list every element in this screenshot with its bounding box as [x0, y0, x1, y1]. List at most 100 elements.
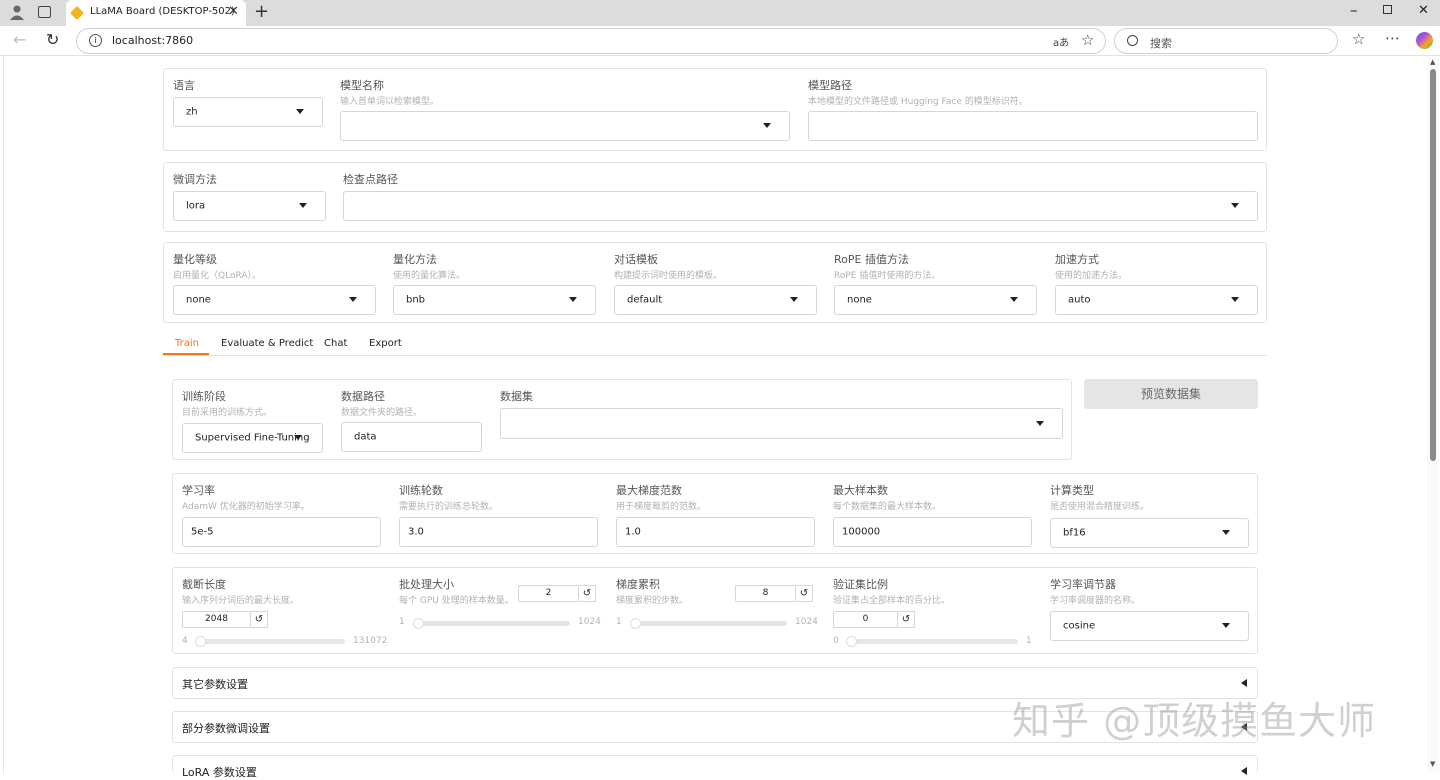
accordion-title: LoRA 参数设置	[182, 766, 257, 779]
checkpoint-label: 检查点路径	[343, 173, 398, 186]
lr-value: 5e-5	[191, 526, 214, 538]
copilot-icon[interactable]	[1416, 32, 1433, 49]
stage-value: Supervised Fine-Tuning	[195, 432, 310, 444]
browser-tab-active[interactable]: LLaMA Board (DESKTOP-502) ✕	[66, 0, 246, 26]
favicon-icon	[69, 5, 85, 21]
model-name-select[interactable]	[340, 111, 790, 141]
refresh-icon[interactable]: ↻	[46, 30, 59, 49]
batch-slider-handle[interactable]	[413, 618, 424, 629]
batch-number-input[interactable]: 2	[518, 585, 579, 602]
compute-type-hint: 是否使用混合精度训练。	[1050, 502, 1150, 512]
minimize-icon[interactable]: –	[1350, 1, 1358, 19]
max-samples-label: 最大样本数	[833, 484, 888, 497]
epochs-input[interactable]: 3.0	[399, 517, 598, 547]
val-size-number-input[interactable]: 0	[833, 611, 898, 628]
batch-slider[interactable]	[413, 618, 570, 629]
tab-export[interactable]: Export	[369, 338, 402, 349]
model-path-input[interactable]	[808, 111, 1258, 141]
chevron-down-icon	[1036, 420, 1044, 426]
more-menu-icon[interactable]: ⋯	[1385, 29, 1400, 47]
accordion-lora-args[interactable]: LoRA 参数设置	[172, 755, 1258, 779]
quant-bit-select[interactable]: none	[173, 285, 376, 315]
checkpoint-select[interactable]	[343, 191, 1258, 221]
advanced-config-panel: 量化等级 启用量化（QLoRA）。 none 量化方法 使用的量化算法。 bnb…	[163, 242, 1267, 323]
booster-select[interactable]: auto	[1055, 285, 1258, 315]
search-box[interactable]: 搜索	[1114, 28, 1338, 54]
language-select[interactable]: zh	[173, 97, 323, 127]
window-close-icon[interactable]: ✕	[1418, 3, 1429, 18]
max-samples-value: 100000	[842, 526, 881, 538]
quant-method-select[interactable]: bnb	[393, 285, 596, 315]
slider-panel: 截断长度 输入序列分词后的最大长度。 2048 ↺ 4 131072 批处理大小…	[172, 567, 1258, 654]
stage-select[interactable]: Supervised Fine-Tuning	[182, 423, 323, 453]
tab-actions-icon[interactable]	[38, 6, 51, 18]
batch-min: 1	[399, 617, 405, 627]
active-tab-underline	[163, 353, 209, 355]
chevron-down-icon	[1222, 623, 1230, 628]
lr-input[interactable]: 5e-5	[182, 517, 381, 547]
max-grad-value: 1.0	[625, 526, 641, 538]
quant-method-value: bnb	[406, 294, 426, 306]
preview-dataset-button[interactable]: 预览数据集	[1084, 379, 1258, 409]
batch-max: 1024	[578, 617, 601, 627]
dataset-label: 数据集	[500, 390, 533, 403]
tab-divider	[163, 355, 1267, 356]
val-size-slider-handle[interactable]	[846, 636, 857, 647]
language-label: 语言	[173, 79, 195, 92]
collapse-arrow-icon	[1241, 767, 1247, 775]
rope-select[interactable]: none	[834, 285, 1037, 315]
back-icon[interactable]: ←	[13, 30, 26, 49]
scrollbar[interactable]: ▲ ▼	[1427, 58, 1439, 773]
rope-hint: RoPE 插值时使用的方法。	[834, 271, 941, 281]
val-size-reset-icon[interactable]: ↺	[898, 611, 915, 628]
tab-train[interactable]: Train	[175, 338, 199, 349]
cutoff-slider[interactable]	[195, 636, 345, 647]
tab-chat[interactable]: Chat	[324, 338, 347, 349]
cutoff-reset-icon[interactable]: ↺	[251, 611, 268, 628]
new-tab-icon[interactable]: +	[254, 1, 269, 22]
template-select[interactable]: default	[614, 285, 817, 315]
tab-evaluate-predict[interactable]: Evaluate & Predict	[221, 338, 313, 349]
val-size-min: 0	[833, 636, 839, 646]
model-name-label: 模型名称	[340, 79, 384, 92]
cutoff-min: 4	[182, 636, 188, 646]
grad-accum-hint: 梯度累积的步数。	[616, 596, 689, 606]
batch-reset-icon[interactable]: ↺	[579, 585, 596, 602]
address-field[interactable]: i localhost:7860 aあ ☆	[76, 28, 1106, 54]
max-samples-input[interactable]: 100000	[833, 517, 1032, 547]
dataset-dir-hint: 数据文件夹的路径。	[341, 408, 423, 418]
scrollbar-thumb[interactable]	[1430, 69, 1436, 461]
read-aloud-icon[interactable]: aあ	[1053, 34, 1069, 49]
info-icon[interactable]: i	[89, 34, 102, 47]
template-label: 对话模板	[614, 253, 658, 266]
close-tab-icon[interactable]: ✕	[228, 4, 239, 19]
epochs-hint: 需要执行的训练总轮数。	[399, 502, 499, 512]
model-name-hint: 输入首单词以检索模型。	[340, 97, 440, 107]
compute-type-value: bf16	[1063, 527, 1086, 539]
maximize-icon[interactable]	[1383, 5, 1392, 14]
dataset-dir-input[interactable]: data	[341, 422, 482, 452]
grad-accum-reset-icon[interactable]: ↺	[796, 585, 813, 602]
cutoff-label: 截断长度	[182, 578, 226, 591]
finetune-select[interactable]: lora	[173, 191, 326, 221]
cutoff-number-input[interactable]: 2048	[182, 611, 251, 628]
favorite-star-icon[interactable]: ☆	[1081, 31, 1094, 49]
val-size-slider[interactable]	[846, 636, 1018, 647]
grad-accum-slider-handle[interactable]	[630, 618, 641, 629]
batch-hint: 每个 GPU 处理的样本数量。	[399, 596, 514, 606]
collapse-arrow-icon	[1241, 679, 1247, 687]
favorites-icon[interactable]: ☆	[1352, 30, 1365, 48]
browser-tab-strip: LLaMA Board (DESKTOP-502) ✕ + – ✕	[0, 0, 1440, 26]
max-grad-input[interactable]: 1.0	[616, 517, 815, 547]
compute-type-select[interactable]: bf16	[1050, 518, 1249, 548]
grad-accum-number-input[interactable]: 8	[735, 585, 796, 602]
scheduler-label: 学习率调节器	[1050, 578, 1116, 591]
booster-value: auto	[1068, 294, 1091, 306]
model-path-label: 模型路径	[808, 79, 852, 92]
grad-accum-label: 梯度累积	[616, 578, 660, 591]
grad-accum-slider[interactable]	[630, 618, 787, 629]
scheduler-select[interactable]: cosine	[1050, 611, 1249, 641]
dataset-select[interactable]	[500, 408, 1063, 439]
profile-icon[interactable]	[9, 4, 25, 20]
cutoff-slider-handle[interactable]	[195, 636, 206, 647]
